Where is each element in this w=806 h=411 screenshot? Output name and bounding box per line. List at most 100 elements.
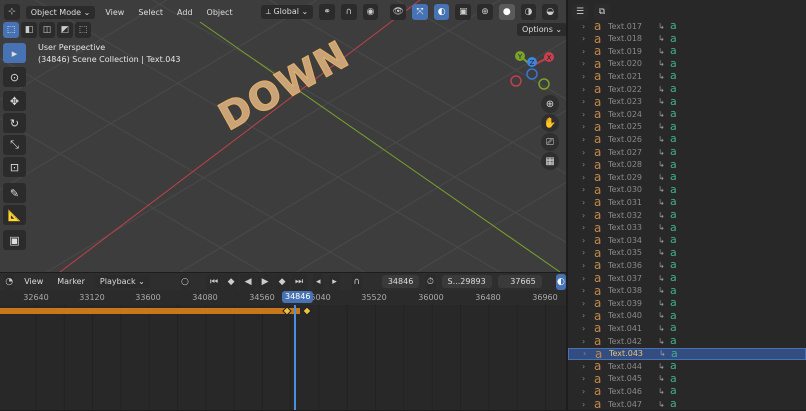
current-frame-field[interactable]: 34846 [381,275,420,288]
text-data-icon[interactable]: a [670,108,677,120]
pivot-icon[interactable]: ⚭ [319,4,335,20]
expand-chevron-icon[interactable]: › [582,47,594,56]
options-dropdown[interactable]: Options ⌄ [517,23,566,36]
outliner[interactable]: ☰ ⧉ › a Text.017 ↳ a › a Text.018 ↳ a › a Text.019 ↳ a… [568,0,806,410]
outliner-item[interactable]: › a Text.031 ↳ a [568,196,806,209]
outliner-item[interactable]: › a Text.032 ↳ a [568,209,806,222]
menu-select[interactable]: Select [134,8,167,17]
text-data-icon[interactable]: a [670,385,677,397]
expand-chevron-icon[interactable]: › [582,59,594,68]
jump-end-icon[interactable]: ⏭ [291,273,308,290]
text-data-icon[interactable]: a [670,120,677,133]
outliner-item[interactable]: › a Text.029 ↳ a [568,171,806,184]
outliner-item[interactable]: › a Text.025 ↳ a [568,120,806,133]
text-data-icon[interactable]: a [670,183,677,196]
outliner-item[interactable]: › a Text.044 ↳ a [568,360,806,373]
jump-start-icon[interactable]: ⏮ [206,273,223,290]
expand-chevron-icon[interactable]: › [582,261,594,270]
rotate-tool-icon[interactable]: ↻ [3,113,26,133]
text-data-icon[interactable]: a [670,284,677,297]
snapping-icon[interactable]: ∩ [351,273,362,290]
outliner-item[interactable]: › a Text.040 ↳ a [568,309,806,322]
expand-chevron-icon[interactable]: › [582,97,594,106]
select-intersect-icon[interactable]: ⬚ [75,22,91,38]
outliner-item[interactable]: › a Text.038 ↳ a [568,284,806,297]
text-data-icon[interactable]: a [670,95,677,108]
expand-chevron-icon[interactable]: › [582,387,594,396]
menu-object[interactable]: Object [203,8,237,17]
end-frame-field[interactable]: 37665 [497,275,542,288]
text-data-icon[interactable]: a [670,83,677,95]
text-data-icon[interactable]: a [670,335,677,347]
expand-chevron-icon[interactable]: › [582,198,594,207]
play-icon[interactable]: ▶ [257,273,274,290]
expand-chevron-icon[interactable]: › [582,122,594,131]
cursor-tool-icon[interactable]: ⊙ [3,67,26,87]
text-data-icon[interactable]: a [670,272,677,284]
expand-chevron-icon[interactable]: › [582,248,594,257]
measure-tool-icon[interactable]: 📐 [3,205,26,225]
prev-marker-icon[interactable]: ◂ [313,273,324,290]
expand-chevron-icon[interactable]: › [583,349,595,358]
wireframe-shading-icon[interactable]: ⊕ [477,4,493,20]
expand-chevron-icon[interactable]: › [582,286,594,295]
text-data-icon[interactable]: a [670,57,677,70]
select-subtract-icon[interactable]: ◫ [39,22,55,38]
editor-type-icon[interactable]: ◔ [4,273,15,290]
perspective-toggle-icon[interactable]: ▦ [541,152,559,170]
expand-chevron-icon[interactable]: › [582,324,594,333]
outliner-item[interactable]: › a Text.023 ↳ a [568,95,806,108]
text-data-icon[interactable]: a [670,70,677,82]
scale-tool-icon[interactable]: ⤡ [3,135,26,155]
menu-marker[interactable]: Marker [53,277,89,286]
timeline-editor[interactable]: ◔ View Marker Playback ⌄ ○ ⏮ ◆ ◀ ▶ ◆ ⏭ ◂ ▸ ∩ 3… [0,273,566,410]
outliner-item[interactable]: › a Text.047 ↳ a [568,398,806,411]
expand-chevron-icon[interactable]: › [582,135,594,144]
text-data-icon[interactable]: a [670,45,677,57]
filter-icon[interactable]: ⧉ [594,4,610,20]
play-reverse-icon[interactable]: ◀ [240,273,257,290]
proportional-edit-icon[interactable]: ◉ [362,4,379,20]
outliner-item[interactable]: › a Text.020 ↳ a [568,57,806,70]
text-data-icon[interactable]: a [670,246,677,259]
select-box-tool-icon[interactable]: ▸ [3,43,26,63]
outliner-item[interactable]: › a Text.041 ↳ a [568,322,806,335]
outliner-item[interactable]: › a Text.035 ↳ a [568,246,806,259]
text-data-icon[interactable]: a [670,133,677,145]
expand-chevron-icon[interactable]: › [582,22,594,31]
add-cube-tool-icon[interactable]: ▣ [3,230,26,250]
camera-view-icon[interactable]: ⎚ [541,133,559,151]
auto-keying-icon[interactable]: ○ [179,273,191,290]
rendered-shading-icon[interactable]: ◒ [542,4,558,20]
outliner-item[interactable]: › a Text.045 ↳ a [568,372,806,385]
expand-chevron-icon[interactable]: › [582,173,594,182]
text-data-icon[interactable]: a [670,158,677,171]
text-data-icon[interactable]: a [670,322,677,334]
snap-icon[interactable]: ∩ [340,4,357,20]
outliner-item[interactable]: › a Text.024 ↳ a [568,108,806,121]
playback-dropdown[interactable]: Playback ⌄ [94,275,150,288]
text-data-icon[interactable]: a [670,398,677,410]
text-data-icon[interactable]: a [670,372,677,385]
outliner-item[interactable]: › a Text.033 ↳ a [568,221,806,234]
menu-view[interactable]: View [101,8,128,17]
editor-type-icon[interactable]: ⊹ [4,4,20,20]
expand-chevron-icon[interactable]: › [582,34,594,43]
text-data-icon[interactable]: a [670,234,677,246]
expand-chevron-icon[interactable]: › [582,236,594,245]
outliner-item[interactable]: › a Text.017 ↳ a [568,20,806,33]
outliner-item[interactable]: › a Text.037 ↳ a [568,272,806,285]
material-shading-icon[interactable]: ◑ [520,4,537,20]
text-data-icon[interactable]: a [671,347,678,360]
text-data-icon[interactable]: a [670,259,677,271]
outliner-item[interactable]: › a Text.036 ↳ a [568,259,806,272]
transform-tool-icon[interactable]: ⊡ [3,157,26,177]
view-options-icon[interactable]: ◐ [555,273,566,290]
overlay-toggle-icon[interactable]: ◐ [433,4,450,20]
select-invert-icon[interactable]: ◩ [57,22,73,38]
expand-chevron-icon[interactable]: › [582,362,594,371]
display-mode-icon[interactable]: ☰ [572,4,588,20]
expand-chevron-icon[interactable]: › [582,85,594,94]
expand-chevron-icon[interactable]: › [582,185,594,194]
start-frame-field[interactable]: S... 29893 [441,275,492,288]
